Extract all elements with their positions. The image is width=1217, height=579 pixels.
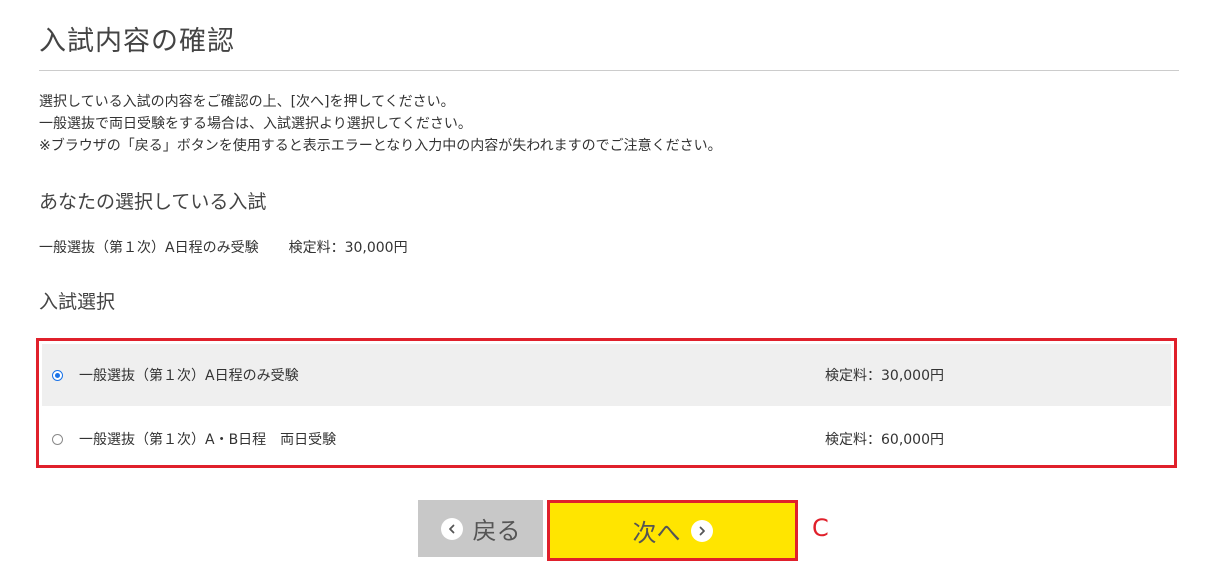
next-button[interactable]: 次へ <box>547 500 798 561</box>
radio-button-unchecked[interactable] <box>52 433 63 445</box>
current-selection-fee: 検定料：30,000円 <box>288 240 408 256</box>
exam-option-both-days[interactable]: 一般選抜（第１次）A・B日程 両日受験 検定料：60,000円 <box>42 408 1171 470</box>
radio-button-checked[interactable] <box>52 369 63 381</box>
exam-option-a-only[interactable]: 一般選抜（第１次）A日程のみ受験 検定料：30,000円 <box>42 344 1171 406</box>
intro-line: 選択している入試の内容をご確認の上、[次へ]を押してください。 <box>39 94 455 110</box>
back-button[interactable]: 戻る <box>418 500 543 557</box>
exam-option-label: 一般選抜（第１次）A日程のみ受験 <box>79 368 299 384</box>
page-title: 入試内容の確認 <box>39 26 235 57</box>
chevron-left-circle-icon <box>440 517 463 540</box>
next-button-label: 次へ <box>632 519 681 547</box>
current-selection-summary: 一般選抜（第１次）A日程のみ受験 検定料：30,000円 <box>39 237 408 259</box>
back-button-label: 戻る <box>472 517 521 545</box>
exam-option-fee: 検定料：60,000円 <box>825 432 944 448</box>
exam-option-label: 一般選抜（第１次）A・B日程 両日受験 <box>79 432 337 448</box>
exam-selection-heading: 入試選択 <box>39 291 116 313</box>
title-divider <box>39 70 1179 71</box>
current-selection-heading: あなたの選択している入試 <box>39 191 267 213</box>
intro-line: ※ブラウザの「戻る」ボタンを使用すると表示エラーとなり入力中の内容が失われますの… <box>39 138 722 154</box>
annotation-label: C <box>812 514 829 542</box>
intro-text: 選択している入試の内容をご確認の上、[次へ]を押してください。 一般選抜で両日受… <box>39 91 722 157</box>
current-selection-name: 一般選抜（第１次）A日程のみ受験 <box>39 240 259 256</box>
exam-option-fee: 検定料：30,000円 <box>825 368 944 384</box>
exam-options-list: 一般選抜（第１次）A日程のみ受験 検定料：30,000円 一般選抜（第１次）A・… <box>36 338 1177 468</box>
intro-line: 一般選抜で両日受験をする場合は、入試選択より選択してください。 <box>39 116 472 132</box>
chevron-right-circle-icon <box>690 519 713 542</box>
